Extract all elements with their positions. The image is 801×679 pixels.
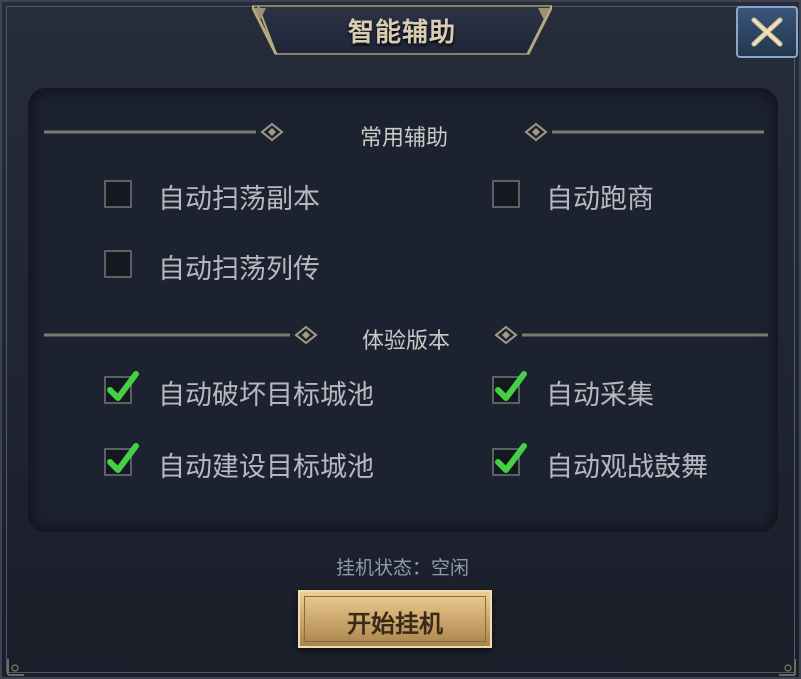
start-idle-label: 开始挂机	[347, 609, 443, 638]
section-divider-right	[494, 325, 768, 345]
section-title-trial: 体验版本	[361, 329, 450, 354]
section-title-common: 常用辅助	[359, 126, 448, 151]
diamond-ornament-icon	[524, 122, 764, 142]
check-mark-icon	[495, 371, 527, 401]
dialog-title: 智能辅助	[347, 18, 456, 48]
checkbox[interactable]	[104, 250, 132, 278]
start-idle-button[interactable]: 开始挂机	[298, 590, 492, 648]
idle-status: 挂机状态：空闲	[335, 557, 469, 579]
check-mark-icon	[107, 443, 139, 473]
close-button[interactable]	[736, 6, 798, 58]
options-panel: 常用辅助 自动扫荡副本 自动跑商 自动扫荡列传 体验版本 自动破坏目标城池 自动…	[28, 88, 778, 532]
checkbox[interactable]	[492, 180, 520, 208]
close-cross-icon	[751, 17, 783, 47]
section-divider-left	[44, 325, 318, 345]
checkbox[interactable]	[492, 371, 527, 404]
checkbox[interactable]	[104, 371, 139, 404]
corner-ornament-icon	[7, 659, 24, 676]
check-mark-icon	[495, 443, 527, 473]
checkbox[interactable]	[492, 443, 527, 476]
diamond-ornament-icon	[44, 325, 318, 345]
section-divider-left	[44, 122, 284, 142]
section-divider-right	[524, 122, 764, 142]
corner-ornament-icon	[779, 659, 796, 676]
title-tab: 智能辅助	[252, 4, 552, 55]
check-mark-icon	[107, 371, 139, 401]
diamond-ornament-icon	[44, 122, 284, 142]
checkbox[interactable]	[104, 443, 139, 476]
diamond-ornament-icon	[494, 325, 768, 345]
checkbox[interactable]	[104, 180, 132, 208]
assistant-dialog: 智能辅助 常用辅助 自动扫荡副本 自动跑商 自动扫荡列传 体验版本 自动破坏目标…	[0, 0, 801, 679]
